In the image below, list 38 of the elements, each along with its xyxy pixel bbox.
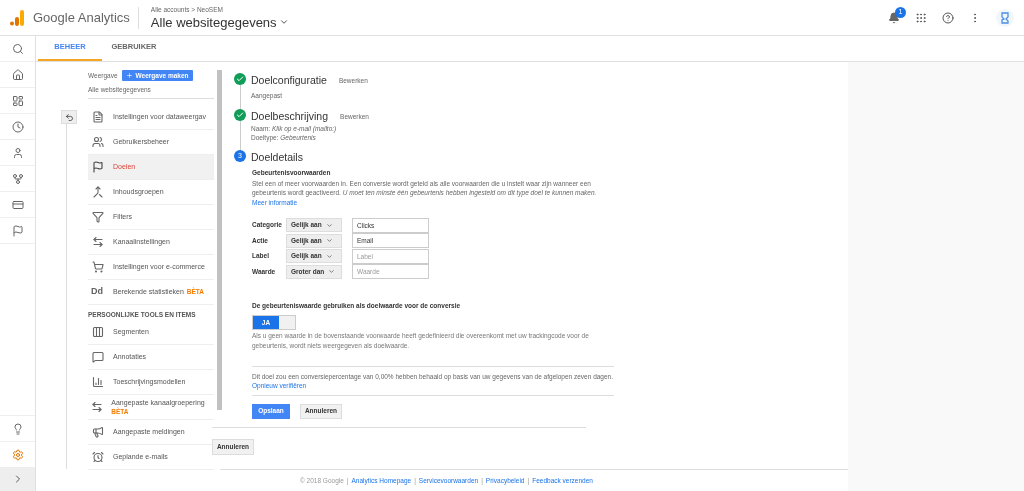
view-selector[interactable]: Alle websitegegevens <box>150 14 289 30</box>
comment-icon <box>92 350 104 363</box>
flag-icon <box>92 160 104 173</box>
back-button[interactable] <box>61 110 77 124</box>
flag-icon[interactable] <box>11 224 24 237</box>
dashboard-icon[interactable] <box>11 94 24 107</box>
search-icon[interactable] <box>11 42 24 55</box>
bar-chart-icon <box>92 375 104 388</box>
help-icon[interactable] <box>942 11 954 24</box>
document-icon <box>92 110 104 123</box>
cart-icon <box>92 260 104 273</box>
step-title: Doeldetails <box>251 150 303 166</box>
plus-icon <box>125 72 133 79</box>
scrollbar[interactable] <box>217 70 222 410</box>
person-icon[interactable] <box>11 146 24 159</box>
avatar-icon[interactable] <box>996 8 1014 27</box>
lightbulb-icon[interactable] <box>11 422 24 435</box>
filter-icon <box>92 210 104 223</box>
step-title: Doelconfiguratie <box>251 73 327 88</box>
notifications-icon[interactable] <box>888 11 900 24</box>
card-icon[interactable] <box>11 198 24 211</box>
people-icon <box>92 135 104 148</box>
channel-icon <box>91 400 104 413</box>
channel-icon <box>92 235 104 248</box>
segments-icon <box>92 325 104 338</box>
clock-icon[interactable] <box>11 120 24 133</box>
settings-icon[interactable] <box>11 448 24 461</box>
analytics-logo-icon <box>10 9 24 26</box>
product-name: Google Analytics <box>33 8 130 27</box>
step-title: Doelbeschrijving <box>251 108 329 124</box>
megaphone-icon <box>92 425 104 438</box>
flow-icon[interactable] <box>11 172 24 185</box>
back-icon <box>64 112 74 122</box>
merge-icon <box>92 185 104 198</box>
alarm-clock-icon <box>92 450 104 463</box>
home-icon[interactable] <box>11 68 24 81</box>
apps-icon[interactable] <box>915 11 927 24</box>
dd-icon: Dd <box>91 285 105 299</box>
